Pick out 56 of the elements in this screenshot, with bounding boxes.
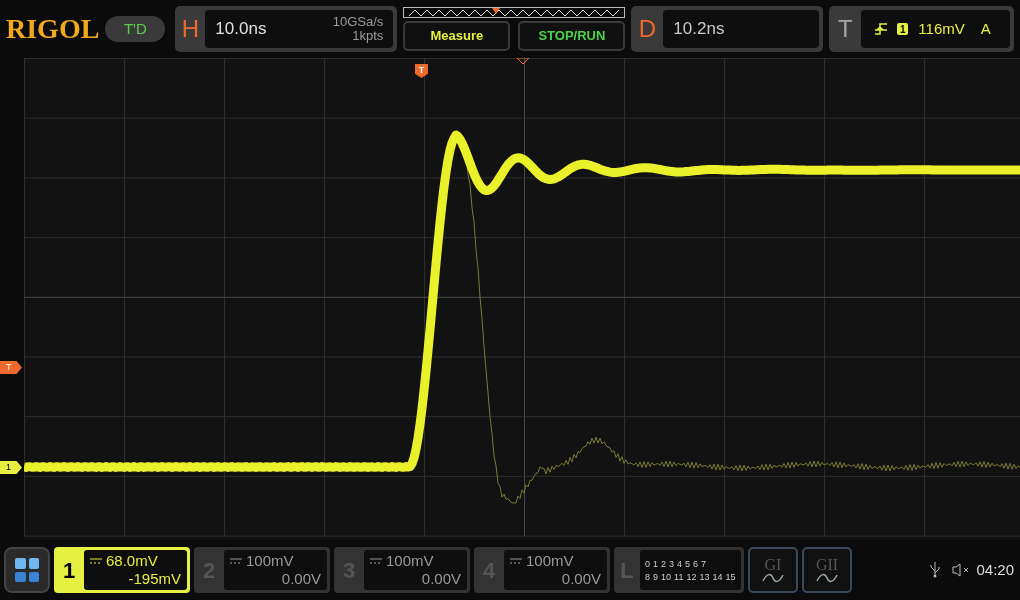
logic-bit-label: 4 [677,558,683,569]
mode-badge[interactable]: T'D [105,16,166,42]
logic-bit-label: 12 [686,571,697,582]
logic-bit-label: 11 [674,571,684,582]
trigger-source-badge: 1 [897,23,909,35]
logic-bit-label: 9 [653,571,659,582]
app-menu-button[interactable] [4,547,50,593]
horizontal-label: H [180,14,201,44]
usb-icon [930,562,941,578]
vertical-offset: 0.00V [560,570,601,588]
logic-bit-label: 5 [685,558,691,569]
sine-wave-icon [816,573,838,583]
measure-button[interactable]: Measure [403,21,511,51]
trigger-mode: A [980,18,991,39]
sine-wave-icon [762,573,784,583]
trigger-position-icon [516,58,530,65]
vertical-scale: 68.0mV [106,552,158,570]
logic-bit-label: 7 [701,558,707,569]
horizontal-panel[interactable]: H 10.0ns 10GSa/s 1kpts [175,6,398,52]
dc-coupling-icon [370,558,382,564]
sample-rate: 10GSa/s [332,15,384,29]
vertical-scale: 100mV [386,552,434,570]
channel-offset-marker[interactable]: 1 [0,461,22,474]
vertical-offset: 0.00V [420,570,461,588]
dc-coupling-icon [90,558,102,564]
trigger-level: 116mV [918,18,965,39]
logic-bit-label: 15 [725,571,736,582]
trigger-label: T [837,14,854,44]
logic-bit-label: 1 [653,558,659,569]
dc-coupling-icon [230,558,242,564]
trigger-panel[interactable]: T 1 116mV A [829,6,1014,52]
vertical-offset: -195mV [127,570,181,588]
timebase-value: 10.0ns [215,18,267,41]
memory-depth: 1kpts [352,29,384,43]
clock-time: 04:20 [976,559,1014,580]
logic-bit-label: 3 [669,558,675,569]
vertical-scale: 100mV [526,552,574,570]
stop-run-button[interactable]: STOP/RUN [518,21,626,51]
logic-bit-label: 13 [699,571,710,582]
logic-bit-label: 0 [645,558,650,569]
logic-bit-label: 8 [645,571,650,582]
vertical-scale: 100mV [246,552,294,570]
dc-coupling-icon [510,558,522,564]
logic-bit-label: 6 [693,558,699,569]
delay-panel[interactable]: D 10.2ns [631,6,824,52]
brand-logo: RIGOL [6,15,100,43]
logic-bit-label: 10 [661,571,672,582]
delay-value: 10.2ns [673,18,725,41]
logic-bit-label: 14 [712,571,723,582]
channel-number: 1 [61,556,77,585]
position-marker-icon [492,8,501,14]
logic-bit-label: 2 [661,558,667,569]
rising-edge-icon [875,23,888,35]
delay-label: D [637,14,658,44]
channel-panel[interactable]: 1 68.0mV -195mV [54,547,190,593]
vertical-offset: 0.00V [280,570,321,588]
